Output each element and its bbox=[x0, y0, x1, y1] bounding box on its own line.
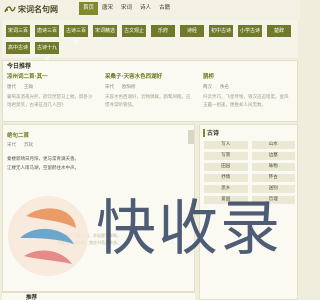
poem-faded-line: 已酉年九月初三日，苏轼题于翠微。 bbox=[57, 233, 121, 238]
poem-title-link[interactable]: 鹊桥 bbox=[203, 73, 291, 81]
poem-dynasty[interactable]: 宋代 bbox=[7, 143, 16, 148]
category-button[interactable]: 唐诗三百首 bbox=[35, 25, 59, 46]
category-button[interactable]: 高中古诗 bbox=[6, 42, 30, 54]
tag-link[interactable]: 山水 bbox=[251, 141, 295, 149]
category-button[interactable]: 古诗三百首 bbox=[64, 25, 88, 46]
category-button[interactable]: 小学古诗 bbox=[238, 25, 262, 37]
scroll-handle[interactable] bbox=[188, 130, 194, 144]
sidebar-heading: 古诗 bbox=[203, 128, 219, 137]
heading-marker-icon bbox=[203, 128, 205, 137]
bottom-section: 推荐 bbox=[2, 292, 195, 300]
poem-body: 纤云弄巧，飞星传恨，银汉迢迢暗度。金风玉露一相逢，便胜却人间无数。 bbox=[203, 95, 289, 108]
tag-link[interactable]: 咏物 bbox=[251, 163, 295, 171]
bottom-heading: 推荐 bbox=[26, 295, 38, 300]
tag-link[interactable]: 田园 bbox=[204, 163, 248, 171]
category-panel: 宋词三百首 唐诗三百首 古诗三百首 宋词精选 古文观止 乐府 诗经 初中古诗 小… bbox=[2, 20, 298, 63]
category-button[interactable]: 乐府 bbox=[151, 25, 175, 37]
tag-link[interactable]: 抒情 bbox=[204, 174, 248, 182]
poem-line: 秦楼新晴日月阳，更与常青满天香。 bbox=[7, 157, 79, 162]
tag-link[interactable]: 爱国 bbox=[204, 196, 248, 204]
nav-classics[interactable]: 古籍 bbox=[155, 2, 174, 15]
nav-home[interactable]: 首页 bbox=[79, 2, 99, 15]
poem-body: 天容水色西湖好，云物俱鲜。鸥鹭闲眠，应惯寻常听管弦。 bbox=[105, 95, 191, 108]
site-logo[interactable]: 宋词名句网 bbox=[4, 2, 58, 16]
main-nav: 首页 唐宋 宋词 诗人 古籍 bbox=[79, 2, 174, 15]
logo-icon bbox=[4, 4, 16, 14]
today-poem: 采桑子·天容水色西湖好 宋代 欧阳修 天容水色西湖好，云物俱鲜。鸥鹭闲眠，应惯寻常… bbox=[105, 73, 193, 110]
poem-author[interactable]: 佚名 bbox=[220, 85, 229, 90]
site-name: 宋词名句网 bbox=[18, 4, 58, 14]
sidebar-heading-text: 古诗 bbox=[207, 130, 220, 137]
today-card: 今日推荐 凉州词二首·其一 唐代 王翰 葡萄美酒夜光杯，欲饮琵琶马上催。醉卧沙场君… bbox=[2, 60, 298, 122]
poem-body: 葡萄美酒夜光杯，欲饮琵琶马上催。醉卧沙场君莫笑，古来征战几人回？ bbox=[7, 95, 93, 108]
poem-dynasty[interactable]: 唐代 bbox=[7, 85, 16, 90]
category-button[interactable]: 宋词精选 bbox=[93, 25, 117, 37]
poem-dynasty[interactable]: 宋代 bbox=[105, 85, 114, 90]
tag-link[interactable]: 送别 bbox=[251, 185, 295, 193]
category-button[interactable]: 初中古诗 bbox=[209, 25, 233, 37]
poem-panel: 绝句二首 宋代 苏轼 秦楼新晴日月阳，更与常青满天香。 江楼无人雨马湖，空留鹤住水… bbox=[2, 124, 195, 292]
today-heading: 今日推荐 bbox=[7, 63, 32, 70]
today-poem: 鹊桥 两汉 佚名 纤云弄巧，飞星传恨，银汉迢迢暗度。金风玉露一相逢，便胜却人间无数… bbox=[203, 73, 291, 110]
nav-poets[interactable]: 诗人 bbox=[136, 2, 155, 15]
tag-link[interactable]: 写景 bbox=[204, 152, 248, 160]
category-button[interactable]: 古文观止 bbox=[122, 25, 146, 37]
poem-title-link[interactable]: 采桑子·天容水色西湖好 bbox=[105, 73, 193, 81]
tag-link[interactable]: 哲理 bbox=[251, 196, 295, 204]
poem-title-link[interactable]: 绝句二首 bbox=[7, 131, 29, 139]
sidebar-panel: 古诗 写人 山水 写景 边塞 田园 咏物 抒情 怀古 思乡 送别 爱国 哲理 bbox=[199, 124, 298, 300]
category-button[interactable]: 楚辞 bbox=[267, 25, 291, 37]
today-poem: 凉州词二首·其一 唐代 王翰 葡萄美酒夜光杯，欲饮琵琶马上催。醉卧沙场君莫笑，古来… bbox=[7, 73, 95, 110]
category-button[interactable]: 古诗十九首 bbox=[35, 42, 59, 63]
poem-title-link[interactable]: 凉州词二首·其一 bbox=[7, 73, 95, 81]
tag-link[interactable]: 思乡 bbox=[204, 185, 248, 193]
poem-line: 江楼无人雨马湖，空留鹤住水中声。 bbox=[7, 166, 79, 171]
poem-author[interactable]: 王翰 bbox=[24, 85, 33, 90]
sidebar-tags: 写人 山水 写景 边塞 田园 咏物 抒情 怀古 思乡 送别 爱国 哲理 bbox=[204, 141, 295, 204]
tag-link[interactable]: 写人 bbox=[204, 141, 248, 149]
poem-author[interactable]: 欧阳修 bbox=[122, 85, 136, 90]
poem-faded-line: 闲居无事日月长，独坐书斋品茶香。 bbox=[57, 240, 121, 245]
site-header: 宋词名句网 首页 唐宋 宋词 诗人 古籍 bbox=[0, 0, 300, 20]
poem-dynasty[interactable]: 两汉 bbox=[203, 85, 212, 90]
category-button[interactable]: 宋词三百首 bbox=[6, 25, 30, 46]
category-button[interactable]: 诗经 bbox=[180, 25, 204, 37]
tag-link[interactable]: 边塞 bbox=[251, 152, 295, 160]
tag-link[interactable]: 怀古 bbox=[251, 174, 295, 182]
nav-songci[interactable]: 宋词 bbox=[117, 2, 136, 15]
nav-tangsong[interactable]: 唐宋 bbox=[98, 2, 117, 15]
poem-author[interactable]: 苏轼 bbox=[24, 143, 33, 148]
